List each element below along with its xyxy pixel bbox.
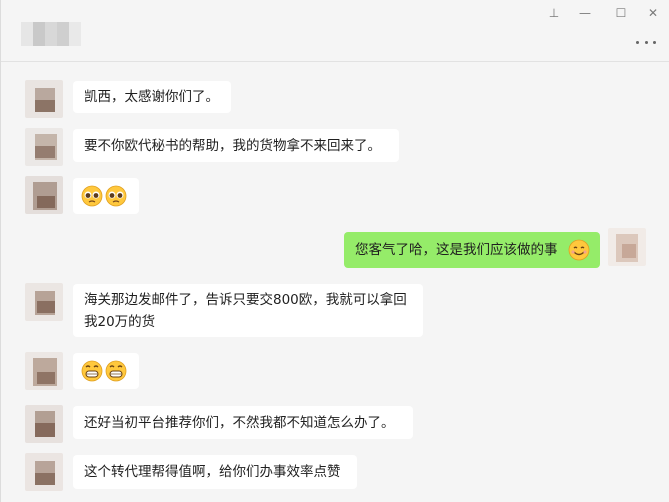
message-bubble[interactable]: 凯西，太感谢你们了。: [73, 81, 231, 113]
message-text: 还好当初平台推荐你们，不然我都不知道怎么办了。: [84, 415, 395, 431]
maximize-icon[interactable]: ☐: [611, 4, 631, 22]
message-text: 要不你欧代秘书的帮助，我的货物拿不来回来了。: [84, 138, 381, 154]
avatar[interactable]: [25, 176, 63, 214]
avatar[interactable]: [25, 405, 63, 443]
avatar[interactable]: [25, 453, 63, 491]
more-icon[interactable]: [636, 34, 656, 50]
message-text: 凯西，太感谢你们了。: [84, 89, 219, 105]
chat-window: ⊥ — ☐ ✕ 凯西，太感谢你们了。 要不你欧代秘书的帮助，我的货物拿不来回来了…: [0, 0, 669, 502]
avatar[interactable]: [25, 283, 63, 321]
message-bubble[interactable]: 这个转代理帮得值啊，给你们办事效率点赞: [73, 455, 357, 489]
smiling-face-emoji: [568, 239, 590, 261]
close-icon[interactable]: ✕: [643, 4, 663, 22]
avatar[interactable]: [25, 352, 63, 390]
pleading-face-emoji: [81, 185, 127, 207]
message-bubble[interactable]: [73, 178, 139, 214]
message-bubble-sent[interactable]: 您客气了哈，这是我们应该做的事: [344, 232, 600, 268]
message-text: 这个转代理帮得值啊，给你们办事效率点赞: [84, 464, 341, 480]
avatar[interactable]: [25, 128, 63, 166]
title-bar: ⊥ — ☐ ✕: [1, 0, 669, 62]
message-bubble[interactable]: 要不你欧代秘书的帮助，我的货物拿不来回来了。: [73, 129, 399, 162]
grinning-face-emoji: [81, 360, 127, 382]
avatar[interactable]: [25, 80, 63, 118]
message-text: 您客气了哈，这是我们应该做的事: [355, 242, 558, 258]
message-bubble[interactable]: 海关那边发邮件了，告诉只要交800欧，我就可以拿回我20万的货: [73, 284, 423, 337]
message-bubble[interactable]: 还好当初平台推荐你们，不然我都不知道怎么办了。: [73, 406, 413, 439]
chat-title-blurred: [21, 22, 81, 46]
minimize-icon[interactable]: —: [575, 4, 595, 22]
pin-icon[interactable]: ⊥: [544, 4, 564, 22]
avatar-self[interactable]: [608, 228, 646, 266]
message-bubble[interactable]: [73, 353, 139, 389]
message-text: 海关那边发邮件了，告诉只要交800欧，我就可以拿回我20万的货: [84, 292, 407, 330]
